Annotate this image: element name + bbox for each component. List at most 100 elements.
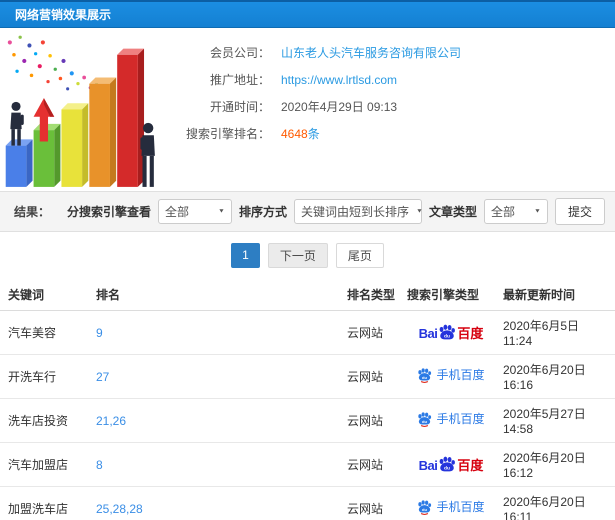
col-header-keyword: 关键词 (0, 278, 92, 311)
result-label: 结果： (14, 205, 51, 219)
table-row: 开洗车行 27 云网站 du 手机百度 2020年6月20日 16:16 (0, 354, 615, 399)
member-company-link[interactable]: 山东老人头汽车服务咨询有限公司 (281, 44, 461, 61)
baidu-paw-du-text: du (444, 333, 450, 339)
baidu-paw-icon: du (439, 324, 456, 340)
baidu-logo-bai-text: Bai (418, 326, 438, 341)
promo-url-label: 推广地址： (209, 73, 270, 87)
cell-rank-type: 云网站 (343, 310, 403, 355)
baidu-logo-zh-text: 百度 (457, 326, 484, 341)
mobile-baidu-paw-icon: du (418, 367, 432, 383)
col-header-updated: 最新更新时间 (499, 278, 615, 311)
mobile-baidu-logo: du 手机百度 (417, 411, 485, 427)
baidu-logo: Bai du 百度 (418, 324, 484, 341)
chevron-down-icon: ▼ (218, 208, 225, 215)
baidu-logo-zh-text: 百度 (457, 458, 484, 473)
search-rank-number: 4648 (281, 127, 308, 141)
cell-rank: 25,28,28 (92, 486, 343, 520)
search-rank-row: 搜索引擎排名： 4648条 (158, 120, 615, 147)
cell-updated: 2020年6月20日 16:16 (499, 354, 615, 399)
promo-url-link[interactable]: https://www.lrtlsd.com (281, 73, 397, 87)
cell-engine-type: du 手机百度 (403, 398, 499, 443)
cell-engine-type: du 手机百度 (403, 354, 499, 399)
baidu-logo-bai-text: Bai (418, 458, 438, 473)
cell-updated: 2020年5月27日 14:58 (499, 398, 615, 443)
bar-chart-graphic (5, 35, 155, 187)
table-row: 洗车店投资 21,26 云网站 du 手机百度 2020年5月27日 14:58 (0, 398, 615, 443)
mobile-baidu-paw-du-text: du (423, 374, 428, 379)
sort-select[interactable]: 关键词由短到长排序 ▼ (293, 199, 423, 224)
bar-yellow (61, 103, 89, 187)
search-rank-value: 4648条 (281, 125, 320, 142)
baidu-paw-du-text: du (444, 465, 450, 471)
type-select-value: 全部 (490, 205, 515, 219)
page-title: 网络营销效果展示 (15, 8, 112, 22)
account-info-fields: 会员公司： 山东老人头汽车服务咨询有限公司 推广地址： https://www.… (158, 28, 615, 191)
cell-rank: 27 (92, 354, 343, 399)
last-page-button[interactable]: 尾页 (335, 242, 384, 268)
chevron-down-icon: ▼ (415, 208, 423, 215)
filter-controls: 分搜索引擎查看 全部 ▼ 排序方式 关键词由短到长排序 ▼ 文章类型 全部 ▼ … (67, 198, 605, 225)
table-header-row: 关键词 排名 排名类型 搜索引擎类型 最新更新时间 (0, 278, 615, 311)
search-rank-label: 搜索引擎排名： (185, 127, 270, 141)
submit-button[interactable]: 提交 (554, 198, 605, 225)
mobile-baidu-label: 手机百度 (436, 412, 485, 426)
cell-keyword: 汽车加盟店 (0, 442, 92, 487)
cell-engine-type: Bai du 百度 (403, 310, 499, 355)
cell-keyword: 洗车店投资 (0, 398, 92, 443)
mobile-baidu-logo: du 手机百度 (417, 499, 485, 515)
table-row: 汽车美容 9 云网站 Bai du 百度 2020年6月5日 11:24 (0, 310, 615, 355)
cell-keyword: 开洗车行 (0, 354, 92, 399)
cell-keyword: 汽车美容 (0, 310, 92, 355)
cell-keyword: 加盟洗车店 (0, 486, 92, 520)
member-company-label: 会员公司： (209, 46, 270, 60)
cell-engine-type: Bai du 百度 (403, 442, 499, 487)
cell-engine-type: du 手机百度 (403, 486, 499, 520)
sort-filter-label: 排序方式 (238, 205, 287, 219)
mobile-baidu-paw-du-text: du (423, 506, 428, 511)
mobile-baidu-paw-du-text: du (423, 418, 428, 423)
cell-rank: 9 (92, 310, 343, 355)
growth-chart-illustration (0, 30, 158, 190)
mobile-baidu-logo: du 手机百度 (417, 367, 485, 383)
mobile-baidu-paw-icon: du (418, 411, 432, 427)
type-filter-label: 文章类型 (428, 205, 477, 219)
cell-updated: 2020年6月20日 16:11 (499, 486, 615, 520)
bar-orange (89, 77, 117, 187)
bar-blue (5, 139, 33, 187)
col-header-rank-type: 排名类型 (343, 278, 403, 311)
open-time-value: 2020年4月29日 09:13 (281, 100, 398, 114)
title-bar: 网络营销效果展示 (0, 0, 615, 28)
search-rank-suffix: 条 (307, 127, 320, 141)
cell-rank: 21,26 (92, 398, 343, 443)
baidu-paw-icon: du (439, 456, 456, 472)
engine-select-value: 全部 (164, 205, 189, 219)
sort-select-value: 关键词由短到长排序 (300, 205, 409, 219)
mobile-baidu-paw-icon: du (418, 499, 432, 515)
mobile-baidu-label: 手机百度 (436, 368, 485, 382)
account-info-panel: 会员公司： 山东老人头汽车服务咨询有限公司 推广地址： https://www.… (0, 28, 615, 191)
open-time-row: 开通时间： 2020年4月29日 09:13 (158, 93, 615, 120)
pagination: 1 下一页 尾页 (0, 232, 615, 278)
type-select[interactable]: 全部 ▼ (483, 199, 548, 224)
cell-rank-type: 云网站 (343, 486, 403, 520)
engine-filter-label: 分搜索引擎查看 (66, 205, 151, 219)
baidu-logo: Bai du 百度 (418, 456, 484, 473)
open-time-label: 开通时间： (209, 100, 270, 114)
cell-updated: 2020年6月5日 11:24 (499, 310, 615, 355)
table-row: 汽车加盟店 8 云网站 Bai du 百度 2020年6月20日 16:12 (0, 442, 615, 487)
confetti-dots (7, 35, 104, 94)
keyword-ranking-table: 关键词 排名 排名类型 搜索引擎类型 最新更新时间 汽车美容 9 云网站 Bai d… (0, 278, 615, 520)
col-header-engine-type: 搜索引擎类型 (403, 278, 499, 311)
cell-rank-type: 云网站 (343, 442, 403, 487)
page-button-current[interactable]: 1 (231, 242, 260, 268)
cell-rank-type: 云网站 (343, 398, 403, 443)
cell-rank-type: 云网站 (343, 354, 403, 399)
engine-select[interactable]: 全部 ▼ (157, 199, 232, 224)
cell-rank: 8 (92, 442, 343, 487)
businessman-figure-left (10, 101, 24, 146)
chevron-down-icon: ▼ (534, 208, 541, 215)
mobile-baidu-label: 手机百度 (436, 500, 485, 514)
next-page-button[interactable]: 下一页 (267, 242, 328, 268)
col-header-rank: 排名 (92, 278, 343, 311)
promo-url-row: 推广地址： https://www.lrtlsd.com (158, 66, 615, 93)
